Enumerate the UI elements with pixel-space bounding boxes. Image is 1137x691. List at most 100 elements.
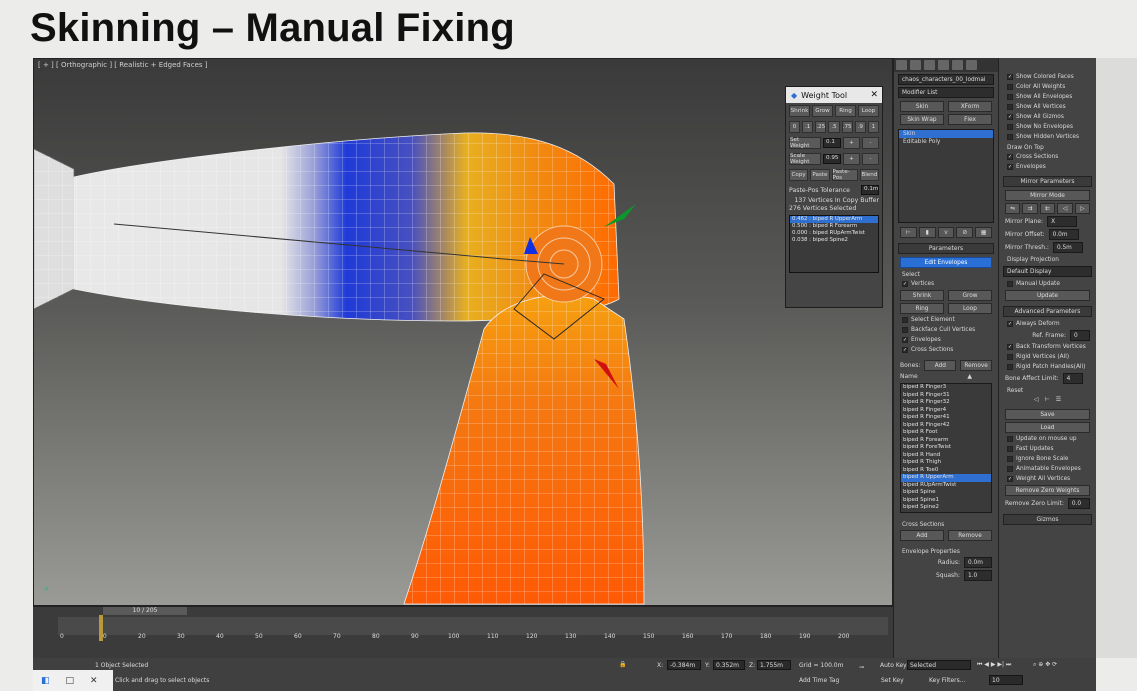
list-item[interactable]: biped R Foot: [901, 429, 991, 437]
stack-item-skin[interactable]: Skin: [899, 130, 993, 138]
lock-selection-icon[interactable]: 🔒: [619, 661, 626, 668]
update-button[interactable]: Update: [1005, 290, 1090, 301]
timeline[interactable]: 10 / 205 0 10 20 30 40 50 60 70 80 90 10…: [33, 606, 893, 658]
copy-button[interactable]: Copy: [789, 169, 809, 181]
list-item[interactable]: biped R Finger32: [901, 399, 991, 407]
list-item[interactable]: biped R Finger42: [901, 422, 991, 430]
viewport-nav-icons[interactable]: ⌕ ⊕ ✥ ⟳: [1033, 661, 1057, 669]
key-filters-button[interactable]: Key Filters...: [929, 677, 966, 684]
squash-field[interactable]: 1.0: [964, 570, 992, 581]
close-icon[interactable]: ✕: [90, 676, 98, 686]
wt-ring-button[interactable]: Ring: [835, 105, 856, 117]
modifier-stack[interactable]: Skin Editable Poly: [898, 129, 994, 223]
make-unique-icon[interactable]: ⋎: [937, 227, 955, 238]
paste-pos-button[interactable]: Paste-Pos: [831, 169, 858, 181]
preset-0-5-button[interactable]: .5: [828, 121, 840, 133]
fast-updates-checkbox[interactable]: Fast Updates: [999, 444, 1096, 454]
weight-tool-dialog[interactable]: ◆ Weight Tool ✕ Shrink Grow Ring Loop 0 …: [785, 86, 883, 308]
mirror-paste-icon[interactable]: ⇋: [1005, 203, 1021, 214]
gizmos-rollout[interactable]: Gizmos: [1003, 514, 1092, 525]
select-element-checkbox[interactable]: Select Element: [894, 315, 998, 325]
load-button[interactable]: Load: [1005, 422, 1090, 433]
wt-loop-button[interactable]: Loop: [858, 105, 879, 117]
set-weight-button[interactable]: Set Weight: [789, 137, 821, 149]
z-field[interactable]: 1.755m: [757, 660, 791, 670]
back-transform-checkbox[interactable]: ✓ Back Transform Vertices: [999, 342, 1096, 352]
mirror-offset-field[interactable]: 0.0m: [1048, 229, 1079, 240]
list-item[interactable]: biped R Forearm: [901, 437, 991, 445]
list-item[interactable]: biped R Thigh: [901, 459, 991, 467]
list-item[interactable]: biped R ForeTwist: [901, 444, 991, 452]
list-item[interactable]: biped Spine2: [901, 504, 991, 512]
list-item[interactable]: biped RUpArmTwist: [901, 482, 991, 490]
preset-0-button[interactable]: 0: [789, 121, 801, 133]
display-tab-icon[interactable]: [952, 60, 963, 70]
plus-icon[interactable]: +: [843, 137, 860, 149]
pin-stack-icon[interactable]: ⊢: [900, 227, 917, 238]
add-time-tag-button[interactable]: Add Time Tag: [799, 677, 839, 684]
list-item[interactable]: 0.500 : biped R Forearm: [790, 223, 878, 230]
envelopes-checkbox[interactable]: ✓ Envelopes: [894, 335, 998, 345]
flex-mod-button[interactable]: Flex: [948, 114, 992, 125]
list-item[interactable]: biped Spine1: [901, 497, 991, 505]
hierarchy-tab-icon[interactable]: [924, 60, 935, 70]
backface-cull-checkbox[interactable]: Backface Cull Vertices: [894, 325, 998, 335]
list-item[interactable]: biped R UpperArm: [901, 474, 991, 482]
radius-field[interactable]: 0.0m: [964, 557, 992, 568]
remove-cross-section-button[interactable]: Remove: [948, 530, 992, 541]
key-mode-dropdown[interactable]: Selected: [907, 660, 971, 670]
sort-up-icon[interactable]: ▲: [967, 373, 972, 380]
draw-cross-sections-checkbox[interactable]: ✓ Cross Sections: [999, 152, 1096, 162]
list-item[interactable]: 0.038 : biped Spine2: [790, 237, 878, 244]
always-deform-checkbox[interactable]: ✓ Always Deform: [999, 319, 1096, 329]
time-slider[interactable]: 10 / 205: [103, 607, 187, 615]
mirror-tools[interactable]: ⇋ ⇉ ⇇ ◁ ▷: [999, 202, 1096, 215]
current-frame-marker[interactable]: [99, 615, 103, 641]
current-frame-field[interactable]: 10: [989, 675, 1023, 685]
x-field[interactable]: -0.384m: [667, 660, 701, 670]
blend-button[interactable]: Blend: [859, 169, 879, 181]
preset-0-25-button[interactable]: .25: [815, 121, 827, 133]
skin-wrap-mod-button[interactable]: Skin Wrap: [900, 114, 944, 125]
show-all-vertices-checkbox[interactable]: Show All Vertices: [999, 102, 1096, 112]
remove-zero-weights-button[interactable]: Remove Zero Weights: [1005, 485, 1090, 496]
show-colored-faces-checkbox[interactable]: ✓ Show Colored Faces: [999, 72, 1096, 82]
mirror-mode-button[interactable]: Mirror Mode: [1005, 190, 1090, 201]
restore-icon[interactable]: □: [66, 676, 75, 686]
reset-vertices-icon[interactable]: ◁: [1034, 396, 1039, 403]
draw-envelopes-checkbox[interactable]: ✓ Envelopes: [999, 162, 1096, 172]
bones-list[interactable]: biped R Finger3 biped R Finger31 biped R…: [900, 383, 992, 513]
stack-tools[interactable]: ⊢ ▮ ⋎ ⊘ ▦: [894, 226, 998, 239]
vertices-checkbox[interactable]: ✓ Vertices: [894, 279, 998, 289]
list-item[interactable]: 0.462 : biped R UpperArm: [790, 216, 878, 223]
cross-sections-checkbox[interactable]: ✓ Cross Sections: [894, 345, 998, 355]
rigid-patch-checkbox[interactable]: Rigid Patch Handles(All): [999, 362, 1096, 372]
list-item[interactable]: biped R Toe0: [901, 467, 991, 475]
list-item[interactable]: biped R Hand: [901, 452, 991, 460]
set-key-button[interactable]: Set Key: [881, 677, 904, 684]
list-item[interactable]: biped R Finger4: [901, 407, 991, 415]
y-field[interactable]: 0.352m: [713, 660, 745, 670]
loop-button[interactable]: Loop: [948, 303, 992, 314]
preset-0-9-button[interactable]: .9: [854, 121, 866, 133]
stack-item-editable-poly[interactable]: Editable Poly: [899, 138, 993, 146]
paste-green-verts-icon[interactable]: ◁: [1057, 203, 1073, 214]
create-tab-icon[interactable]: [896, 60, 907, 70]
scale-weight-field[interactable]: 0.95: [823, 154, 841, 164]
show-hidden-vertices-checkbox[interactable]: Show Hidden Vertices: [999, 132, 1096, 142]
modifier-list-dropdown[interactable]: Modifier List: [898, 87, 994, 98]
app-icon[interactable]: ◧: [41, 676, 50, 686]
color-all-weights-checkbox[interactable]: Color All Weights: [999, 82, 1096, 92]
add-cross-section-button[interactable]: Add: [900, 530, 944, 541]
list-item[interactable]: biped R Finger41: [901, 414, 991, 422]
parameters-rollout[interactable]: Parameters: [898, 243, 994, 254]
weight-list[interactable]: 0.462 : biped R UpperArm 0.500 : biped R…: [789, 215, 879, 273]
weight-all-vertices-checkbox[interactable]: ✓ Weight All Vertices: [999, 474, 1096, 484]
utilities-tab-icon[interactable]: [966, 60, 977, 70]
minus-icon[interactable]: -: [862, 137, 879, 149]
object-name-field[interactable]: chaos_characters_00_lodmai: [898, 74, 994, 85]
paste-button[interactable]: Paste: [810, 169, 830, 181]
minus-icon[interactable]: -: [862, 153, 879, 165]
ignore-bone-scale-checkbox[interactable]: Ignore Bone Scale: [999, 454, 1096, 464]
mirror-thresh-field[interactable]: 0.5m: [1052, 242, 1083, 253]
